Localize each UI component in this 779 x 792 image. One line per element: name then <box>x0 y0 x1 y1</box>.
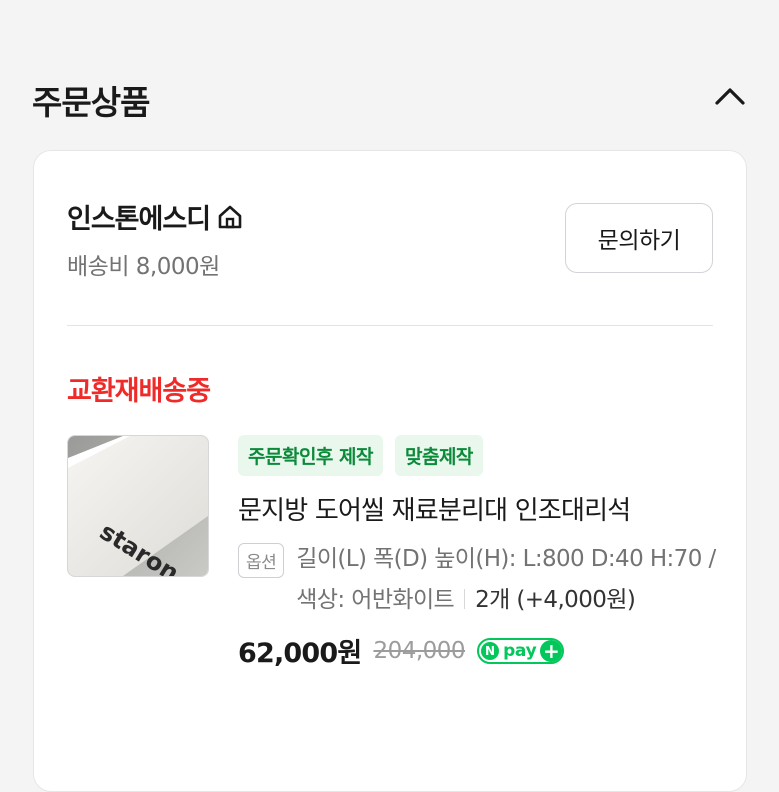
product-image: staron <box>68 436 208 576</box>
npay-label: pay <box>503 640 537 661</box>
seller-name-label: 인스톤에스디 <box>67 204 211 235</box>
shipping-fee: 배송비 8,000원 <box>67 254 220 280</box>
product-info: 주문확인후 제작 맞춤제작 문지방 도어씰 재료분리대 인조대리석 옵션 길이(… <box>238 435 716 670</box>
divider <box>67 325 713 326</box>
chevron-up-icon <box>715 88 745 105</box>
price-row: 62,000원 204,000 N pay + <box>238 631 716 670</box>
badge-made-after-order: 주문확인후 제작 <box>238 435 383 476</box>
section-title: 주문상품 <box>32 83 150 122</box>
product-name[interactable]: 문지방 도어씰 재료분리대 인조대리석 <box>238 490 716 527</box>
option-quantity: 2개 (+4,000원) <box>475 587 636 613</box>
badge-custom-made: 맞춤제작 <box>394 435 483 476</box>
badge-group: 주문확인후 제작 맞춤제작 <box>238 435 716 476</box>
npay-badge: N pay + <box>477 637 565 664</box>
order-status: 교환재배송중 <box>67 376 211 407</box>
home-icon <box>218 205 242 228</box>
product-thumbnail[interactable]: staron <box>67 435 209 577</box>
order-card: 인스톤에스디 배송비 8,000원 문의하기 교환재배송중 staron 주문확… <box>33 150 747 792</box>
option-tag: 옵션 <box>238 543 285 578</box>
npay-n-icon: N <box>481 641 500 660</box>
plus-icon: + <box>540 639 563 662</box>
collapse-button[interactable] <box>712 78 748 114</box>
option-text: 길이(L) 폭(D) 높이(H): L:800 D:40 H:70 / 색상: … <box>296 539 716 621</box>
option-separator <box>464 589 466 609</box>
original-price: 204,000 <box>373 637 466 664</box>
order-products-header: 주문상품 <box>32 72 748 122</box>
seller-name[interactable]: 인스톤에스디 <box>67 197 244 236</box>
inquiry-button[interactable]: 문의하기 <box>565 203 713 273</box>
option-row: 옵션 길이(L) 폭(D) 높이(H): L:800 D:40 H:70 / 색… <box>238 539 716 621</box>
sale-price: 62,000원 <box>238 638 362 669</box>
